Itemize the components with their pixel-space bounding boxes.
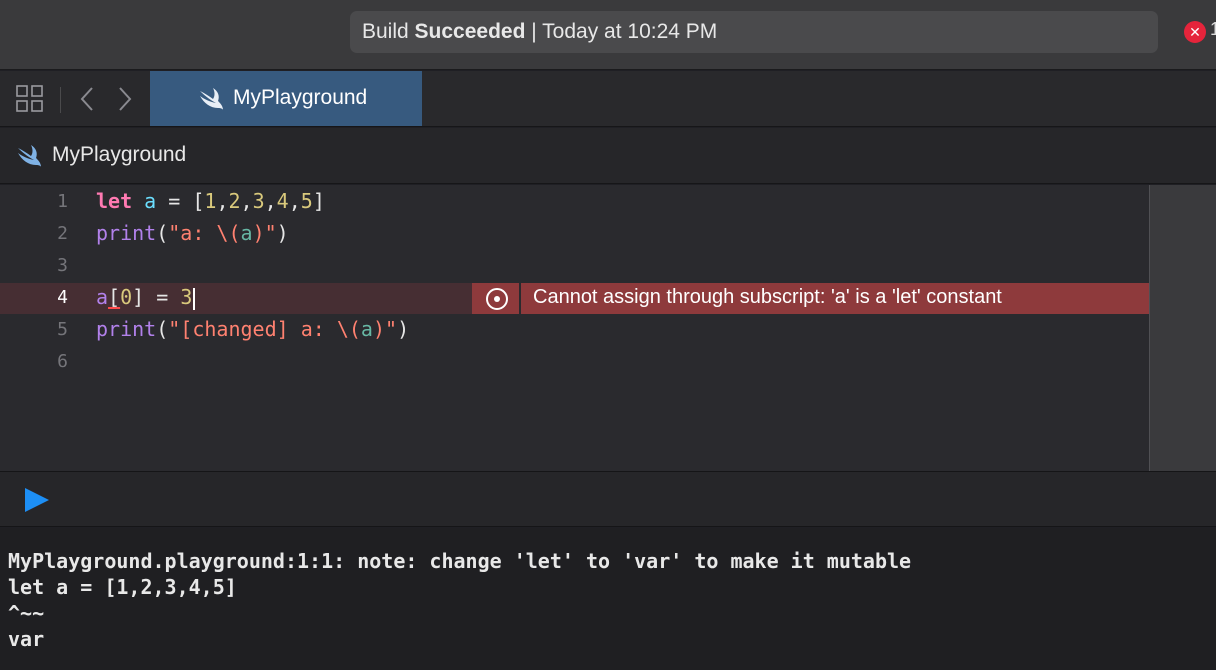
chevron-right-icon[interactable] bbox=[116, 85, 134, 113]
token-plain: ) bbox=[397, 317, 410, 341]
error-icon[interactable] bbox=[486, 288, 508, 310]
token-string: "a: \( bbox=[168, 221, 241, 245]
token-number: 3 bbox=[180, 285, 193, 309]
token-plain: , bbox=[264, 189, 277, 213]
line-number: 6 bbox=[57, 351, 68, 372]
minimap[interactable] bbox=[1149, 185, 1216, 471]
error-icon[interactable]: ✕ bbox=[1184, 21, 1206, 43]
token-plain: , bbox=[216, 189, 229, 213]
line-number: 3 bbox=[57, 255, 68, 276]
token-string: "[changed] a: \( bbox=[168, 317, 361, 341]
line-number-active: 4 bbox=[57, 287, 68, 308]
swift-icon bbox=[200, 88, 223, 110]
token-plain: [ bbox=[108, 285, 121, 309]
error-message: Cannot assign through subscript: 'a' is … bbox=[533, 286, 1002, 308]
error-count[interactable]: 1 bbox=[1210, 19, 1216, 40]
token-identifier: a bbox=[144, 189, 157, 213]
token-function: print bbox=[96, 317, 157, 341]
error-icon-box bbox=[472, 283, 521, 314]
token-identifier: a bbox=[96, 285, 109, 309]
token-plain: , bbox=[288, 189, 301, 213]
window-toolbar: Build Succeeded | Today at 10:24 PM ✕ 1 bbox=[0, 0, 1216, 70]
console-line: ^~~ bbox=[8, 601, 45, 625]
code-line-1[interactable]: let a = [1,2,3,4,5] bbox=[96, 189, 325, 213]
token-string: )" bbox=[252, 221, 277, 245]
tab-myplayground[interactable]: MyPlayground bbox=[150, 71, 422, 126]
console-output[interactable]: MyPlayground.playground:1:1: note: chang… bbox=[0, 528, 1216, 670]
console-line: let a = [1,2,3,4,5] bbox=[8, 575, 237, 599]
token-function: print bbox=[96, 221, 157, 245]
token-plain: = [ bbox=[156, 189, 205, 213]
code-line-5[interactable]: print("[changed] a: \(a)") bbox=[96, 317, 409, 341]
error-annotation[interactable]: Cannot assign through subscript: 'a' is … bbox=[472, 283, 1149, 314]
token-number: 4 bbox=[276, 189, 289, 213]
code-line-2[interactable]: print("a: \(a)") bbox=[96, 221, 289, 245]
console-line: var bbox=[8, 627, 45, 651]
line-number: 5 bbox=[57, 319, 68, 340]
token-plain: ( bbox=[156, 221, 169, 245]
chevron-left-icon[interactable] bbox=[78, 85, 96, 113]
code-editor[interactable]: 1 2 3 4 5 6 let a = [1,2,3,4,5] print("a… bbox=[0, 185, 1216, 471]
line-number: 2 bbox=[57, 223, 68, 244]
text-cursor bbox=[193, 287, 196, 310]
activity-view[interactable]: Build Succeeded | Today at 10:24 PM bbox=[350, 11, 1158, 53]
token-number: 3 bbox=[252, 189, 265, 213]
tab-label: MyPlayground bbox=[233, 86, 368, 109]
token-string: )" bbox=[372, 317, 398, 341]
grid-icon[interactable] bbox=[16, 85, 43, 112]
token-reference: a bbox=[360, 317, 373, 341]
breadcrumb-item[interactable]: MyPlayground bbox=[52, 143, 186, 167]
activity-prefix: Build bbox=[362, 20, 415, 43]
breadcrumb: MyPlayground bbox=[0, 128, 1216, 184]
token-keyword: let bbox=[96, 189, 133, 213]
token-plain: ) bbox=[276, 221, 289, 245]
console-line: MyPlayground.playground:1:1: note: chang… bbox=[8, 549, 912, 573]
toolbar-divider bbox=[60, 87, 61, 113]
swift-icon bbox=[18, 145, 41, 167]
tab-bar: MyPlayground bbox=[0, 71, 1216, 127]
token-number: 1 bbox=[204, 189, 217, 213]
token-number: 2 bbox=[228, 189, 241, 213]
token-plain: ] bbox=[312, 189, 325, 213]
token-reference: a bbox=[240, 221, 253, 245]
code-line-4[interactable]: a[0] = 3 bbox=[96, 285, 196, 310]
token-plain: ( bbox=[156, 317, 169, 341]
activity-time: | Today at 10:24 PM bbox=[525, 20, 718, 43]
build-status: Succeeded bbox=[414, 20, 526, 43]
token-number: 5 bbox=[300, 189, 313, 213]
line-number: 1 bbox=[57, 191, 68, 212]
token-plain: , bbox=[240, 189, 253, 213]
token-plain: ] = bbox=[132, 285, 181, 309]
play-icon[interactable] bbox=[25, 488, 49, 512]
debug-bar bbox=[0, 471, 1216, 527]
token-number: 0 bbox=[120, 285, 133, 309]
